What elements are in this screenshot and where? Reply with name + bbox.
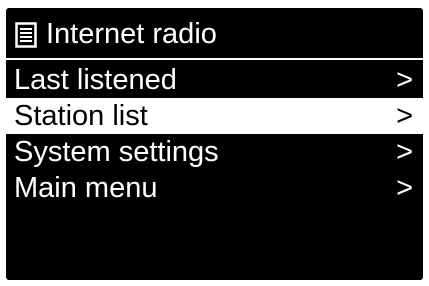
chevron-right-icon: >	[396, 64, 413, 96]
menu-item-label: Last listened	[14, 64, 177, 96]
chevron-right-icon: >	[396, 172, 413, 204]
header-divider	[6, 58, 423, 60]
menu-item-main-menu[interactable]: Main menu >	[6, 170, 423, 206]
menu-item-station-list[interactable]: Station list >	[6, 98, 423, 134]
chevron-right-icon: >	[396, 100, 413, 132]
menu-item-last-listened[interactable]: Last listened >	[6, 62, 423, 98]
chevron-right-icon: >	[396, 136, 413, 168]
radio-display: Internet radio Last listened > Station l…	[6, 8, 423, 280]
menu-item-label: Station list	[14, 100, 148, 132]
header: Internet radio	[6, 8, 423, 58]
menu-item-label: System settings	[14, 136, 219, 168]
menu-item-label: Main menu	[14, 172, 158, 204]
page-title: Internet radio	[46, 18, 217, 50]
list-document-icon	[15, 22, 37, 48]
menu-item-system-settings[interactable]: System settings >	[6, 134, 423, 170]
menu-list: Last listened > Station list > System se…	[6, 62, 423, 206]
